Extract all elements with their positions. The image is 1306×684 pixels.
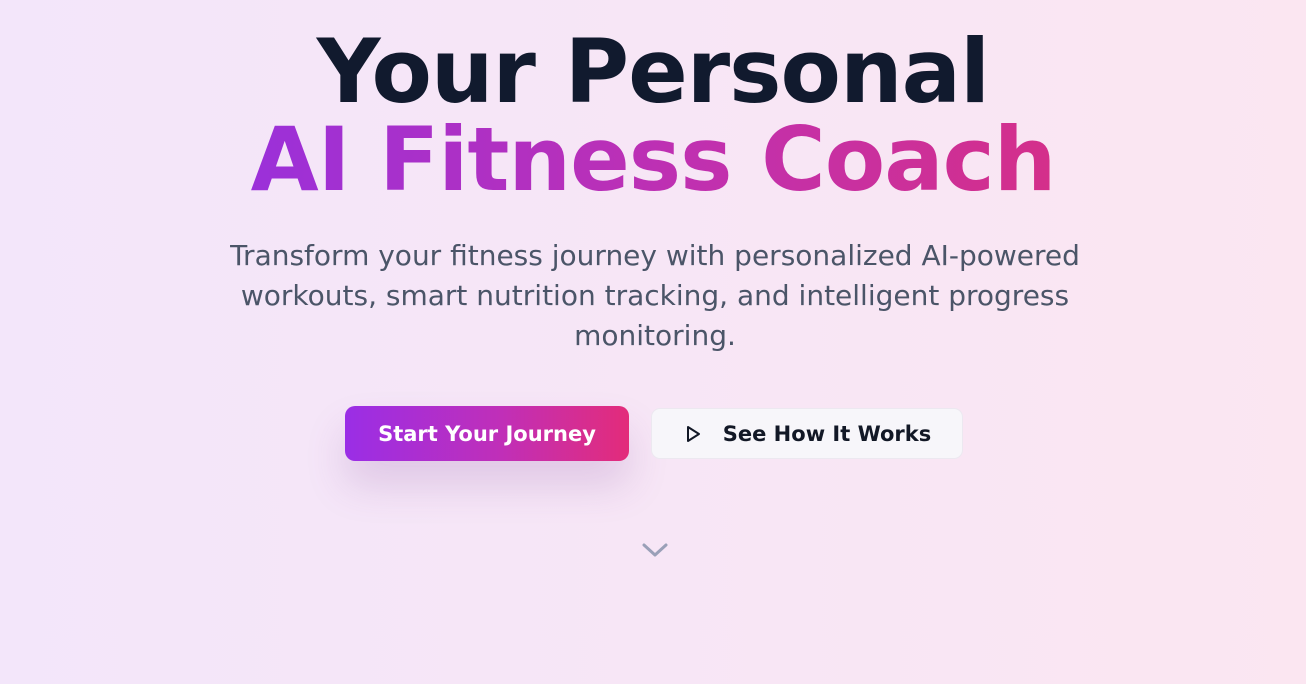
hero-subtitle: Transform your fitness journey with pers… — [230, 239, 1080, 352]
see-how-it-works-button[interactable]: See How It Works — [651, 408, 963, 459]
play-icon — [686, 425, 700, 442]
chevron-down-icon[interactable] — [641, 540, 669, 560]
hero-section: Your Personal AI Fitness Coach Transform… — [0, 0, 1306, 684]
see-how-it-works-label: See How It Works — [722, 421, 932, 446]
hero-title-gradient-text: AI Fitness Coach — [250, 108, 1057, 211]
start-journey-button[interactable]: Start Your Journey — [345, 406, 629, 461]
hero-title-line-1: Your Personal — [316, 20, 990, 123]
hero-title-line-2: AI Fitness Coach — [0, 110, 1306, 210]
start-journey-label: Start Your Journey — [378, 421, 596, 446]
